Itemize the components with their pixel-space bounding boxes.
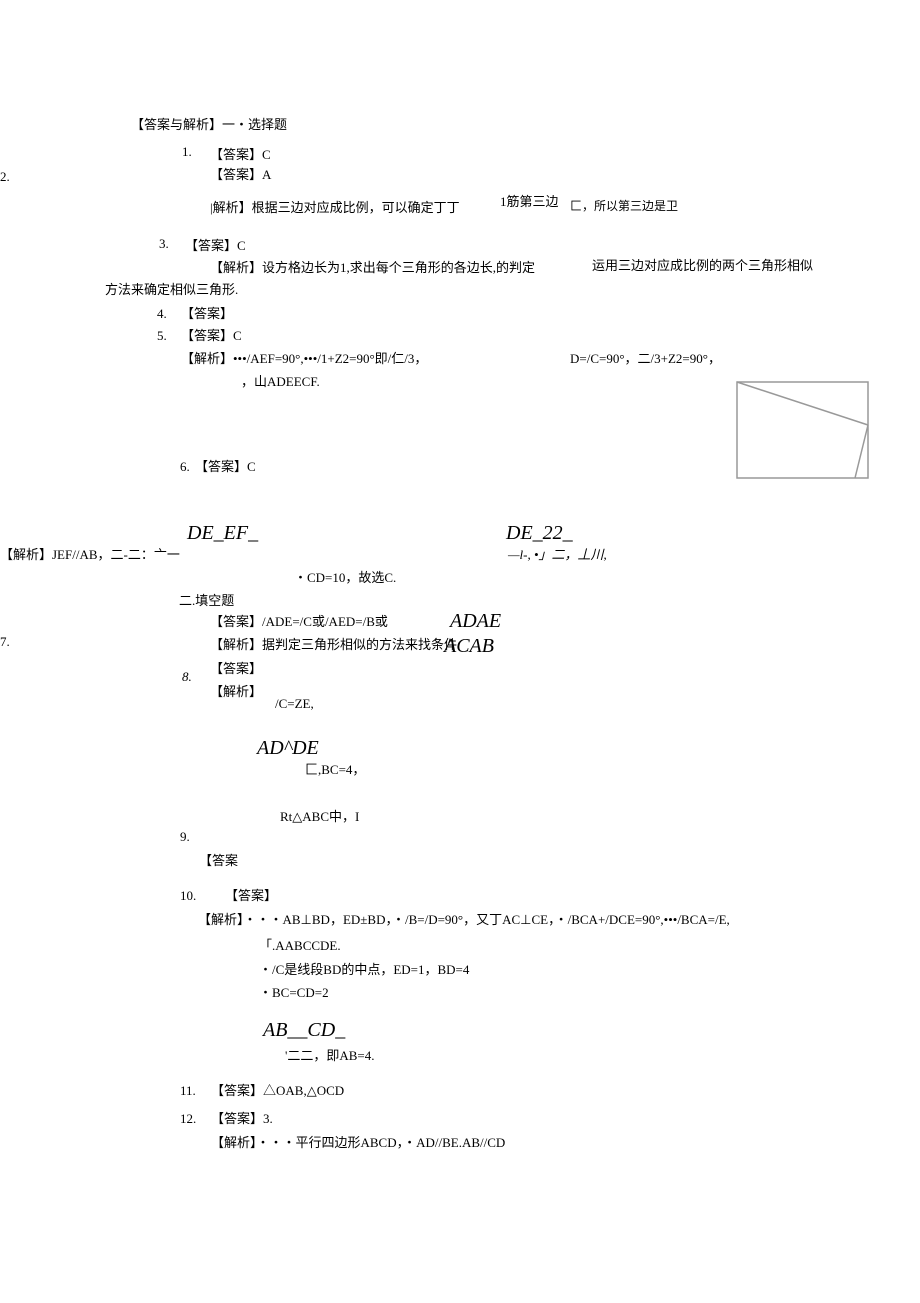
q6-result: ・CD=10，故选C. <box>294 566 396 589</box>
q3-answer: 【答案】C <box>185 234 246 257</box>
q9-num: 9. <box>180 825 190 848</box>
q8-line2: 匚,BC=4， <box>305 758 365 781</box>
q1-num: 1. <box>182 140 192 163</box>
section-header: 【答案与解析】一・选择题 <box>131 113 287 136</box>
q11-num: 11. <box>180 1079 196 1102</box>
q8-line3: Rt△ABC中，I <box>280 805 359 828</box>
q2-num: 2. <box>0 165 10 188</box>
q5-analysis1b: D=/C=90°，二/3+Z2=90°， <box>570 347 721 370</box>
q5-answer: 【答案】C <box>181 324 242 347</box>
q7-answer: 【答案】/ADE=/C或/AED=/B或 <box>210 610 388 633</box>
q5-analysis2: ，山ADEECF. <box>241 370 320 393</box>
q10-line5: '二二，即AB=4. <box>285 1044 374 1067</box>
q6-answer: 【答案】C <box>195 455 256 478</box>
q12-num: 12. <box>180 1107 196 1130</box>
q10-answer: 【答案】 <box>225 884 277 907</box>
q10-formula: AB__CD_ <box>263 1012 345 1048</box>
q6-analysis: 【解析】JEF//AB，二-二：亠一 <box>0 543 180 566</box>
q10-analysis1: 【解析】・・・AB⊥BD，ED±BD，・/B=/D=90°，又丁AC⊥CE，・/… <box>198 908 730 931</box>
q8-answer: 【答案】 <box>210 657 262 680</box>
q3-analysis: 【解析】设方格边长为1,求出每个三角形的各边长,的判定 <box>210 256 535 279</box>
q8-line1: /C=ZE, <box>275 692 314 715</box>
q12-analysis: 【解析】・・・平行四边形ABCD，・AD//BE.AB//CD <box>211 1131 505 1154</box>
q3-analysis3: 方法来确定相似三角形. <box>105 278 238 301</box>
q5-analysis1: 【解析】•••/AEF=90°,•••/1+Z2=90°即/仁/3， <box>181 347 427 370</box>
section2-header: 二.填空题 <box>179 589 234 612</box>
q10-num: 10. <box>180 884 196 907</box>
q6-num: 6. <box>180 455 190 478</box>
q6-formula1: DE_EF_ <box>187 515 258 551</box>
q7-num: 7. <box>0 630 10 653</box>
q8-num: 8. <box>182 665 192 688</box>
q2-analysis: |解析】根据三边对应成比例，可以确定丁丁 <box>210 196 460 219</box>
q2-answer: 【答案】A <box>210 163 271 186</box>
q10-line4: ・BC=CD=2 <box>259 981 329 1004</box>
q8-analysis-label: 【解析】 <box>210 680 262 703</box>
q7-analysis: 【解析】据判定三角形相似的方法来找条件 <box>210 633 457 656</box>
q9-answer: 【答案 <box>199 849 238 872</box>
q2-extra: 1筋第三边 <box>500 190 559 213</box>
q4-answer: 【答案】 <box>181 302 233 325</box>
q12-answer: 【答案】3. <box>211 1107 273 1130</box>
q11-answer: 【答案】△OAB,△OCD <box>211 1079 344 1102</box>
q5-num: 5. <box>157 324 167 347</box>
geometry-diagram <box>735 380 870 480</box>
q6-formula3: —l-, •」二，丄川, <box>508 543 607 566</box>
q3-num: 3. <box>159 232 169 255</box>
q7-formula2: ACAB <box>444 628 494 664</box>
q2-extra2: 匚，所以第三边是卫 <box>570 196 678 218</box>
q10-line2: 「.AABCCDE. <box>259 934 341 957</box>
q4-num: 4. <box>157 302 167 325</box>
q10-line3: ・/C是线段BD的中点，ED=1，BD=4 <box>259 958 469 981</box>
q3-analysis2: 运用三边对应成比例的两个三角形相似 <box>592 254 813 277</box>
